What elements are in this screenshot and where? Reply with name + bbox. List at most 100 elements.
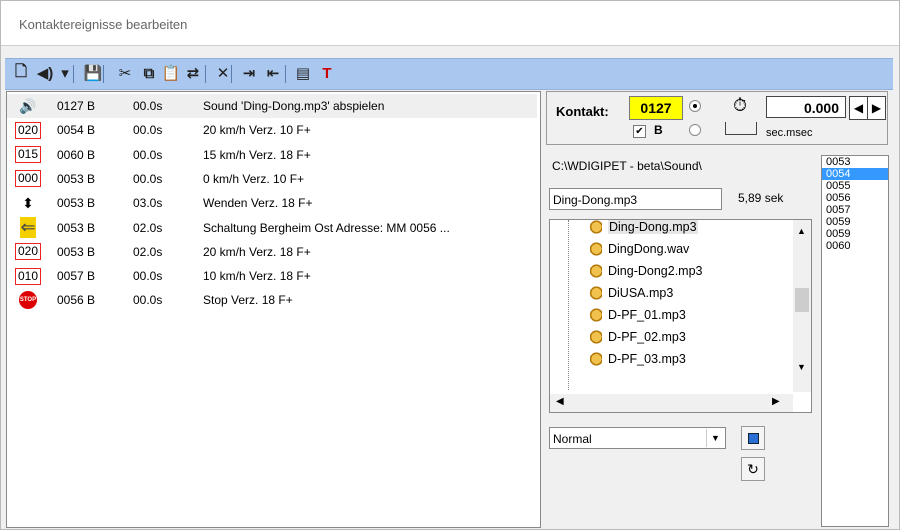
main-window: Kontaktereignisse bearbeiten 🗋 ◀) ▾ 💾 ✂ ⧉ 📋 ⇄ ✕ ⇥… bbox=[0, 0, 900, 530]
contact-list-item[interactable]: 0053 bbox=[822, 156, 888, 168]
event-row[interactable]: ⇐ 0053 B 02.0s Schaltung Bergheim Ost Adres… bbox=[7, 216, 537, 240]
toolbar-separator bbox=[205, 65, 206, 83]
b-checkbox[interactable]: ✔ bbox=[633, 125, 646, 138]
refresh-button[interactable]: ↻ bbox=[741, 457, 765, 481]
file-item[interactable]: DiUSA.mp3 bbox=[588, 282, 673, 304]
event-row[interactable]: ⬍ 0053 B 03.0s Wenden Verz. 18 F+ bbox=[7, 191, 537, 215]
stop-icon: STOP bbox=[15, 290, 41, 310]
event-row[interactable]: 020 0053 B 02.0s 20 km/h Verz. 18 F+ bbox=[7, 240, 537, 264]
file-item[interactable]: DingDong.wav bbox=[588, 238, 689, 260]
time-increase-button[interactable]: ▶ bbox=[867, 96, 886, 120]
file-name: Ding-Dong.mp3 bbox=[608, 220, 698, 234]
time-input[interactable]: 0.000 bbox=[766, 96, 846, 118]
event-row[interactable]: 015 0060 B 00.0s 15 km/h Verz. 18 F+ bbox=[7, 143, 537, 167]
window-title: Kontaktereignisse bearbeiten bbox=[19, 17, 188, 32]
scroll-right-icon[interactable]: ▶ bbox=[772, 396, 780, 407]
stopwatch-icon: ⏱ bbox=[733, 95, 748, 115]
event-description: 0 km/h Verz. 10 F+ bbox=[203, 171, 305, 186]
event-description: 15 km/h Verz. 18 F+ bbox=[203, 147, 311, 162]
scroll-thumb[interactable] bbox=[795, 288, 809, 312]
contact-list-item[interactable]: 0055 bbox=[822, 180, 888, 192]
paste-icon[interactable]: 📋 bbox=[159, 61, 183, 85]
speed-badge: 015 bbox=[14, 146, 42, 164]
event-time: 00.0s bbox=[133, 147, 163, 162]
event-description: Wenden Verz. 18 F+ bbox=[203, 196, 313, 211]
vertical-scrollbar[interactable]: ▲ ▼ bbox=[793, 220, 811, 392]
contact-list-item[interactable]: 0059 bbox=[822, 228, 888, 240]
event-time: 00.0s bbox=[133, 269, 163, 284]
event-contact: 0053 B bbox=[57, 244, 96, 259]
toolbar-separator bbox=[231, 65, 232, 83]
cut-icon[interactable]: ✂ bbox=[113, 61, 137, 85]
event-description: 20 km/h Verz. 18 F+ bbox=[203, 244, 311, 259]
sound-file-icon bbox=[588, 330, 602, 344]
event-contact: 0060 B bbox=[57, 147, 96, 162]
file-tree[interactable]: ▲ ▼ ◀ ▶ Ding-Dong.mp3 DingDong.wav Ding-Do… bbox=[549, 219, 812, 413]
event-row[interactable]: STOP 0056 B 00.0s Stop Verz. 18 F+ bbox=[7, 288, 537, 312]
toolbar: 🗋 ◀) ▾ 💾 ✂ ⧉ 📋 ⇄ ✕ ⇥ ⇤ ▤ T bbox=[5, 58, 893, 90]
speed-badge: 020 bbox=[14, 121, 42, 139]
event-description: Stop Verz. 18 F+ bbox=[203, 293, 293, 308]
save-icon[interactable]: 💾 bbox=[81, 61, 105, 85]
event-description: 10 km/h Verz. 18 F+ bbox=[203, 269, 311, 284]
contact-list-item[interactable]: 0056 bbox=[822, 192, 888, 204]
table-icon[interactable]: ▤ bbox=[291, 61, 315, 85]
file-item[interactable]: Ding-Dong.mp3 bbox=[588, 220, 698, 238]
file-name: DingDong.wav bbox=[608, 242, 690, 256]
mode-select-value: Normal bbox=[553, 432, 592, 446]
contact-list[interactable]: 0053 0054 0055 0056 0057 0059 0059 0060 bbox=[821, 155, 889, 527]
event-contact: 0053 B bbox=[57, 196, 96, 211]
file-item[interactable]: Ding-Dong2.mp3 bbox=[588, 260, 703, 282]
tree-connector bbox=[568, 220, 570, 390]
event-contact: 0056 B bbox=[57, 293, 96, 308]
new-icon[interactable]: 🗋 bbox=[9, 61, 33, 85]
radio-contact-off[interactable] bbox=[689, 124, 701, 136]
replace-icon[interactable]: ⇄ bbox=[181, 61, 205, 85]
outdent-icon[interactable]: ⇤ bbox=[261, 61, 285, 85]
horizontal-scrollbar[interactable]: ◀ ▶ bbox=[550, 394, 793, 412]
stop-button[interactable] bbox=[741, 426, 765, 450]
file-name: D-PF_02.mp3 bbox=[608, 330, 686, 344]
contact-list-item[interactable]: 0054 bbox=[822, 168, 888, 180]
sound-file-icon bbox=[588, 352, 602, 366]
kontakt-label: Kontakt: bbox=[556, 104, 609, 119]
copy-icon[interactable]: ⧉ bbox=[137, 61, 161, 85]
sound-file-icon bbox=[588, 264, 602, 278]
scroll-up-icon[interactable]: ▲ bbox=[797, 226, 806, 236]
kontakt-input[interactable]: 0127 bbox=[629, 96, 683, 120]
event-time: 02.0s bbox=[133, 244, 163, 259]
contact-list-item[interactable]: 0060 bbox=[822, 240, 888, 252]
contact-list-item[interactable]: 0059 bbox=[822, 216, 888, 228]
event-description: Sound 'Ding-Dong.mp3' abspielen bbox=[203, 99, 385, 113]
mode-select[interactable]: Normal ▼ bbox=[549, 427, 726, 449]
sound-file-icon bbox=[588, 286, 602, 300]
file-item[interactable]: D-PF_01.mp3 bbox=[588, 304, 686, 326]
event-row[interactable]: 020 0054 B 00.0s 20 km/h Verz. 10 F+ bbox=[7, 118, 537, 142]
sound-file-icon bbox=[588, 308, 602, 322]
refresh-icon: ↻ bbox=[747, 460, 759, 477]
event-row[interactable]: 010 0057 B 00.0s 10 km/h Verz. 18 F+ bbox=[7, 264, 537, 288]
event-description: 20 km/h Verz. 10 F+ bbox=[203, 123, 311, 138]
time-decrease-button[interactable]: ◀ bbox=[849, 96, 868, 120]
speed-badge: 000 bbox=[14, 170, 42, 188]
indent-icon[interactable]: ⇥ bbox=[237, 61, 261, 85]
event-row[interactable]: 🔊 0127 B 00.0s Sound 'Ding-Dong.mp3' abspie… bbox=[7, 94, 537, 118]
duration-label: 5,89 sek bbox=[738, 191, 784, 205]
scroll-down-icon[interactable]: ▼ bbox=[797, 362, 806, 372]
text-tool-icon[interactable]: T bbox=[315, 61, 339, 85]
event-contact: 0053 B bbox=[57, 171, 96, 186]
contact-list-item[interactable]: 0057 bbox=[822, 204, 888, 216]
radio-contact-on[interactable] bbox=[689, 100, 701, 112]
event-row[interactable]: 000 0053 B 00.0s 0 km/h Verz. 10 F+ bbox=[7, 167, 537, 191]
event-time: 02.0s bbox=[133, 220, 163, 235]
speed-badge: 010 bbox=[14, 267, 42, 285]
file-name-input[interactable]: Ding-Dong.mp3 bbox=[549, 188, 722, 210]
speed-icon: 015 bbox=[14, 145, 42, 165]
file-name: Ding-Dong2.mp3 bbox=[608, 264, 703, 278]
event-time: 00.0s bbox=[133, 293, 163, 308]
chevron-down-icon[interactable]: ▼ bbox=[706, 429, 724, 447]
file-item[interactable]: D-PF_02.mp3 bbox=[588, 326, 686, 348]
event-list[interactable]: 🔊 0127 B 00.0s Sound 'Ding-Dong.mp3' abspie… bbox=[6, 91, 541, 528]
scroll-left-icon[interactable]: ◀ bbox=[556, 396, 564, 407]
file-item[interactable]: D-PF_03.mp3 bbox=[588, 348, 686, 370]
